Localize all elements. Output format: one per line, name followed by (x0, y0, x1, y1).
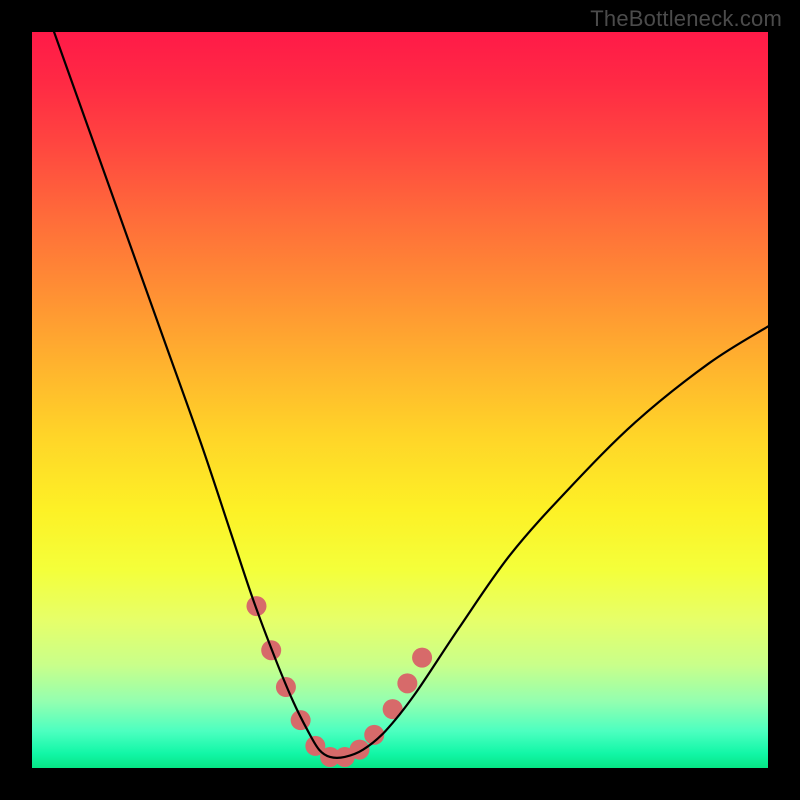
highlight-dot (350, 740, 370, 760)
chart-svg (32, 32, 768, 768)
chart-markers (246, 596, 432, 767)
watermark-text: TheBottleneck.com (590, 6, 782, 32)
highlight-dot (397, 673, 417, 693)
highlight-dot (412, 648, 432, 668)
bottleneck-curve (54, 32, 768, 758)
chart-plot-area (32, 32, 768, 768)
chart-frame: TheBottleneck.com (0, 0, 800, 800)
highlight-dot (291, 710, 311, 730)
